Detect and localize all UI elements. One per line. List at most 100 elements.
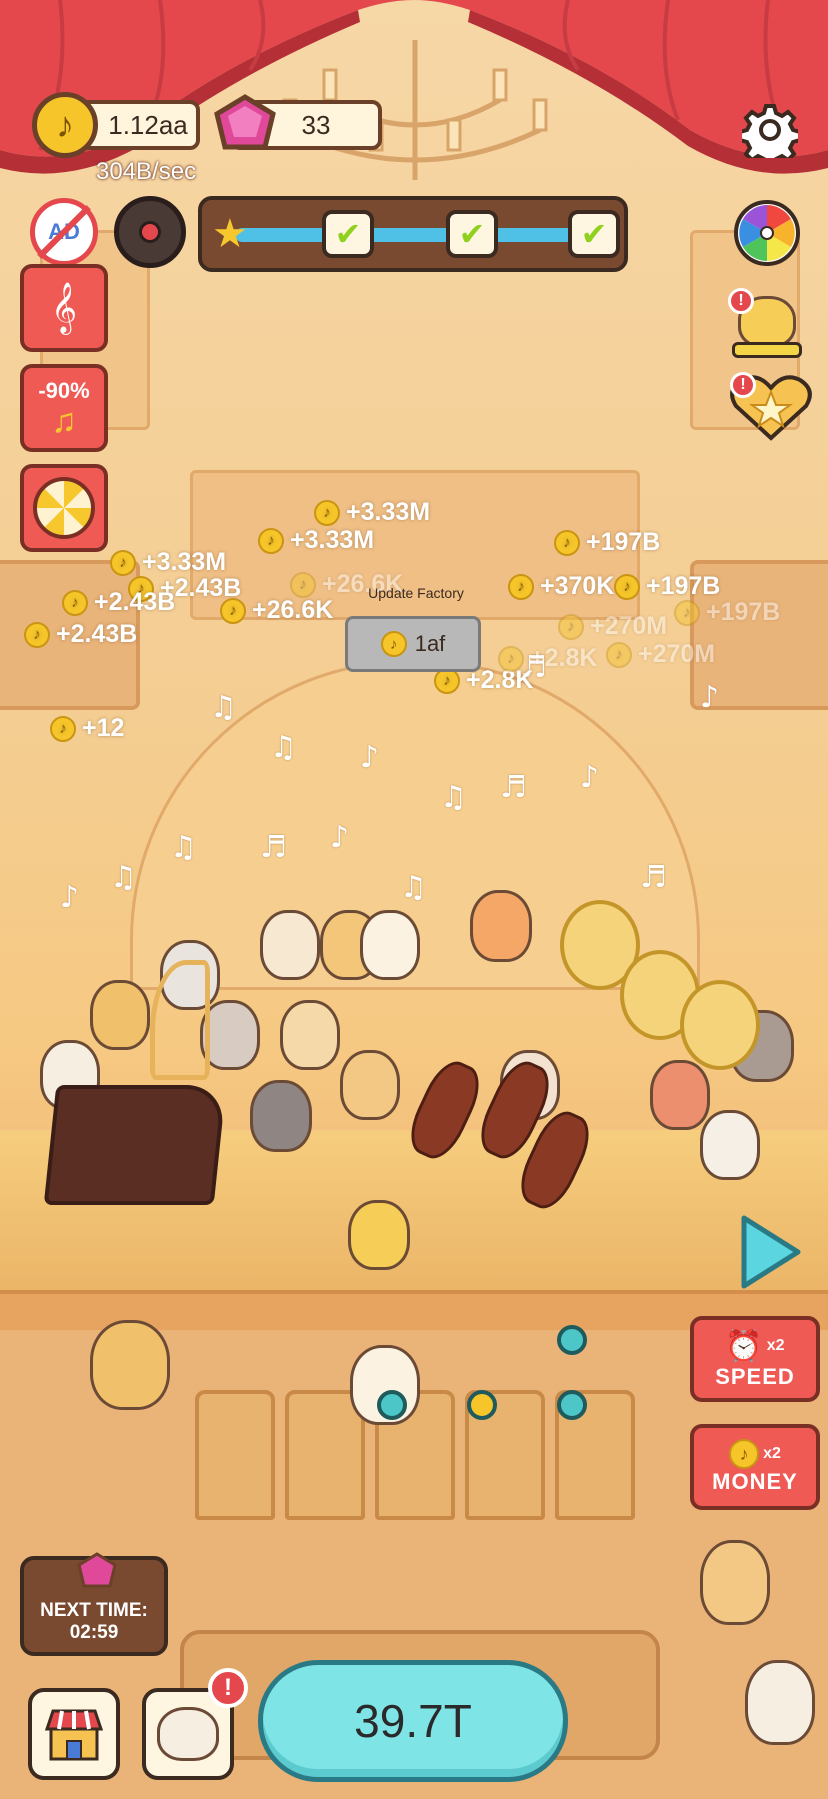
music-sheet-icon: 𝄞 xyxy=(50,283,77,332)
cat-musician xyxy=(260,910,320,980)
music-note-icon: ♫ xyxy=(440,780,467,815)
vinyl-record-icon[interactable] xyxy=(114,196,186,268)
discount-notes-button[interactable]: -90% ♫ xyxy=(20,364,108,452)
reward-text: +2.43B xyxy=(94,588,176,616)
record-center-icon xyxy=(139,221,161,243)
cello xyxy=(401,1054,489,1166)
gem-icon xyxy=(77,1552,117,1588)
checkmark-icon: ✔ xyxy=(322,210,374,258)
reward-popup: ♪ +270M xyxy=(558,612,667,641)
music-note-icon: ♪ xyxy=(580,760,600,795)
gem-timer-time: 02:59 xyxy=(69,1622,119,1643)
music-notes-icon: ♫ xyxy=(51,402,77,440)
coin-icon: ♪ xyxy=(554,529,580,556)
cat-musician xyxy=(340,1050,400,1120)
music-note-icon: ♬ xyxy=(640,860,667,895)
cat-musician xyxy=(360,910,420,980)
tap-earn-button[interactable]: 39.7T xyxy=(258,1660,568,1782)
coin-icon: ♪ xyxy=(258,527,284,554)
prohibited-slash-icon xyxy=(37,205,91,259)
music-note-icon: ♫ xyxy=(170,830,197,865)
tap-earn-value: 39.7T xyxy=(354,1695,472,1747)
shop-icon xyxy=(44,1709,104,1761)
alert-badge-icon: ! xyxy=(728,288,754,314)
alert-badge-icon: ! xyxy=(208,1668,248,1708)
reward-popup: ♪ +3.33M xyxy=(110,548,226,577)
speed-boost-button[interactable]: ⏰ x2 SPEED xyxy=(690,1316,820,1402)
roulette-wheel-icon xyxy=(33,477,95,539)
cat-conductor xyxy=(348,1200,410,1270)
harp xyxy=(150,960,210,1080)
music-note-icon: ♫ xyxy=(110,860,137,895)
star-heart-button[interactable]: ! xyxy=(728,372,814,442)
coin-icon: ♪ xyxy=(314,499,340,526)
cat-musician xyxy=(650,1060,710,1130)
coins-rate: 304B/sec xyxy=(96,158,197,185)
update-factory-button[interactable]: ♪ 1af xyxy=(345,616,481,672)
roulette-button[interactable] xyxy=(20,464,108,552)
update-factory-cost: 1af xyxy=(414,631,446,656)
reward-popup: ♪ +2.43B xyxy=(24,620,137,649)
color-wheel-icon[interactable] xyxy=(732,198,802,268)
music-note-icon: ♪ xyxy=(60,880,80,915)
seat-marker-icon xyxy=(467,1390,497,1420)
reward-text: +197B xyxy=(646,572,721,600)
speed-multiplier: x2 xyxy=(766,1337,785,1354)
audience-cat xyxy=(90,1320,170,1410)
money-boost-button[interactable]: ♪ x2 MONEY xyxy=(690,1424,820,1510)
coins-value: 1.12aa xyxy=(108,109,188,140)
gems-value: 33 xyxy=(301,109,331,140)
music-note-icon: ♫ xyxy=(210,690,237,725)
music-note-icon: ♪ xyxy=(330,820,350,855)
reward-popup: ♪ +197B xyxy=(674,598,780,627)
reward-popup: ♪ +3.33M xyxy=(314,498,430,527)
coin-icon: ♪ xyxy=(558,613,584,640)
settings-gear-icon[interactable] xyxy=(742,102,798,158)
update-factory-title: Update Factory xyxy=(368,585,464,601)
shop-button[interactable] xyxy=(28,1688,120,1780)
next-arrow-icon[interactable] xyxy=(738,1212,804,1292)
music-sheet-button[interactable]: 𝄞 xyxy=(20,264,108,352)
audience-cat xyxy=(745,1660,815,1745)
coin-icon: ♪ xyxy=(62,589,88,616)
music-note-icon: ♫ xyxy=(270,730,297,765)
reward-popup: ♪ +2.43B xyxy=(62,588,175,617)
reward-text: +2.8K xyxy=(530,644,598,672)
music-note-icon: ♫ xyxy=(400,870,427,905)
gem-icon xyxy=(214,94,276,150)
reward-text: +197B xyxy=(586,528,661,556)
reward-text: +2.43B xyxy=(56,620,138,648)
coin-icon: ♪ xyxy=(50,715,76,742)
checkmark-icon: ✔ xyxy=(446,210,498,258)
no-ads-icon[interactable]: AD xyxy=(30,198,98,266)
cat-musician xyxy=(280,1000,340,1070)
speed-label: SPEED xyxy=(715,1363,795,1389)
reward-popup: ♪ +370K xyxy=(508,572,614,601)
alarm-clock-icon: ⏰ xyxy=(725,1329,763,1363)
reward-popup: ♪ +26.6K xyxy=(220,596,333,625)
reward-text: +3.33M xyxy=(142,548,227,576)
audience-seat xyxy=(285,1390,365,1520)
cat-face-icon xyxy=(157,1707,219,1761)
coin-icon: ♪ xyxy=(508,573,534,600)
reward-popup: ♪ +3.33M xyxy=(258,526,374,555)
audience-cat xyxy=(700,1540,770,1625)
reward-text: +3.33M xyxy=(290,526,375,554)
cat-musician xyxy=(700,1110,760,1180)
gem-timer-label: NEXT TIME: xyxy=(40,1600,148,1621)
reward-popup: ♪ +2.8K xyxy=(498,644,597,673)
reward-text: +26.6K xyxy=(252,596,334,624)
tuba xyxy=(680,980,760,1070)
reward-text: +370K xyxy=(540,572,615,600)
cat-collection-button[interactable]: ! xyxy=(142,1668,248,1780)
reward-popup: ♪ +197B xyxy=(554,528,660,557)
piano xyxy=(43,1085,227,1205)
reward-text: +270M xyxy=(638,640,716,668)
star-icon: ★ xyxy=(212,212,248,256)
coin-icon: ♪ xyxy=(290,571,316,598)
audience-seat xyxy=(195,1390,275,1520)
reward-popup: ♪ +197B xyxy=(614,572,720,601)
seat-marker-icon xyxy=(377,1390,407,1420)
reward-text: +197B xyxy=(706,598,781,626)
gem-timer-button[interactable]: NEXT TIME: 02:59 xyxy=(20,1552,168,1656)
